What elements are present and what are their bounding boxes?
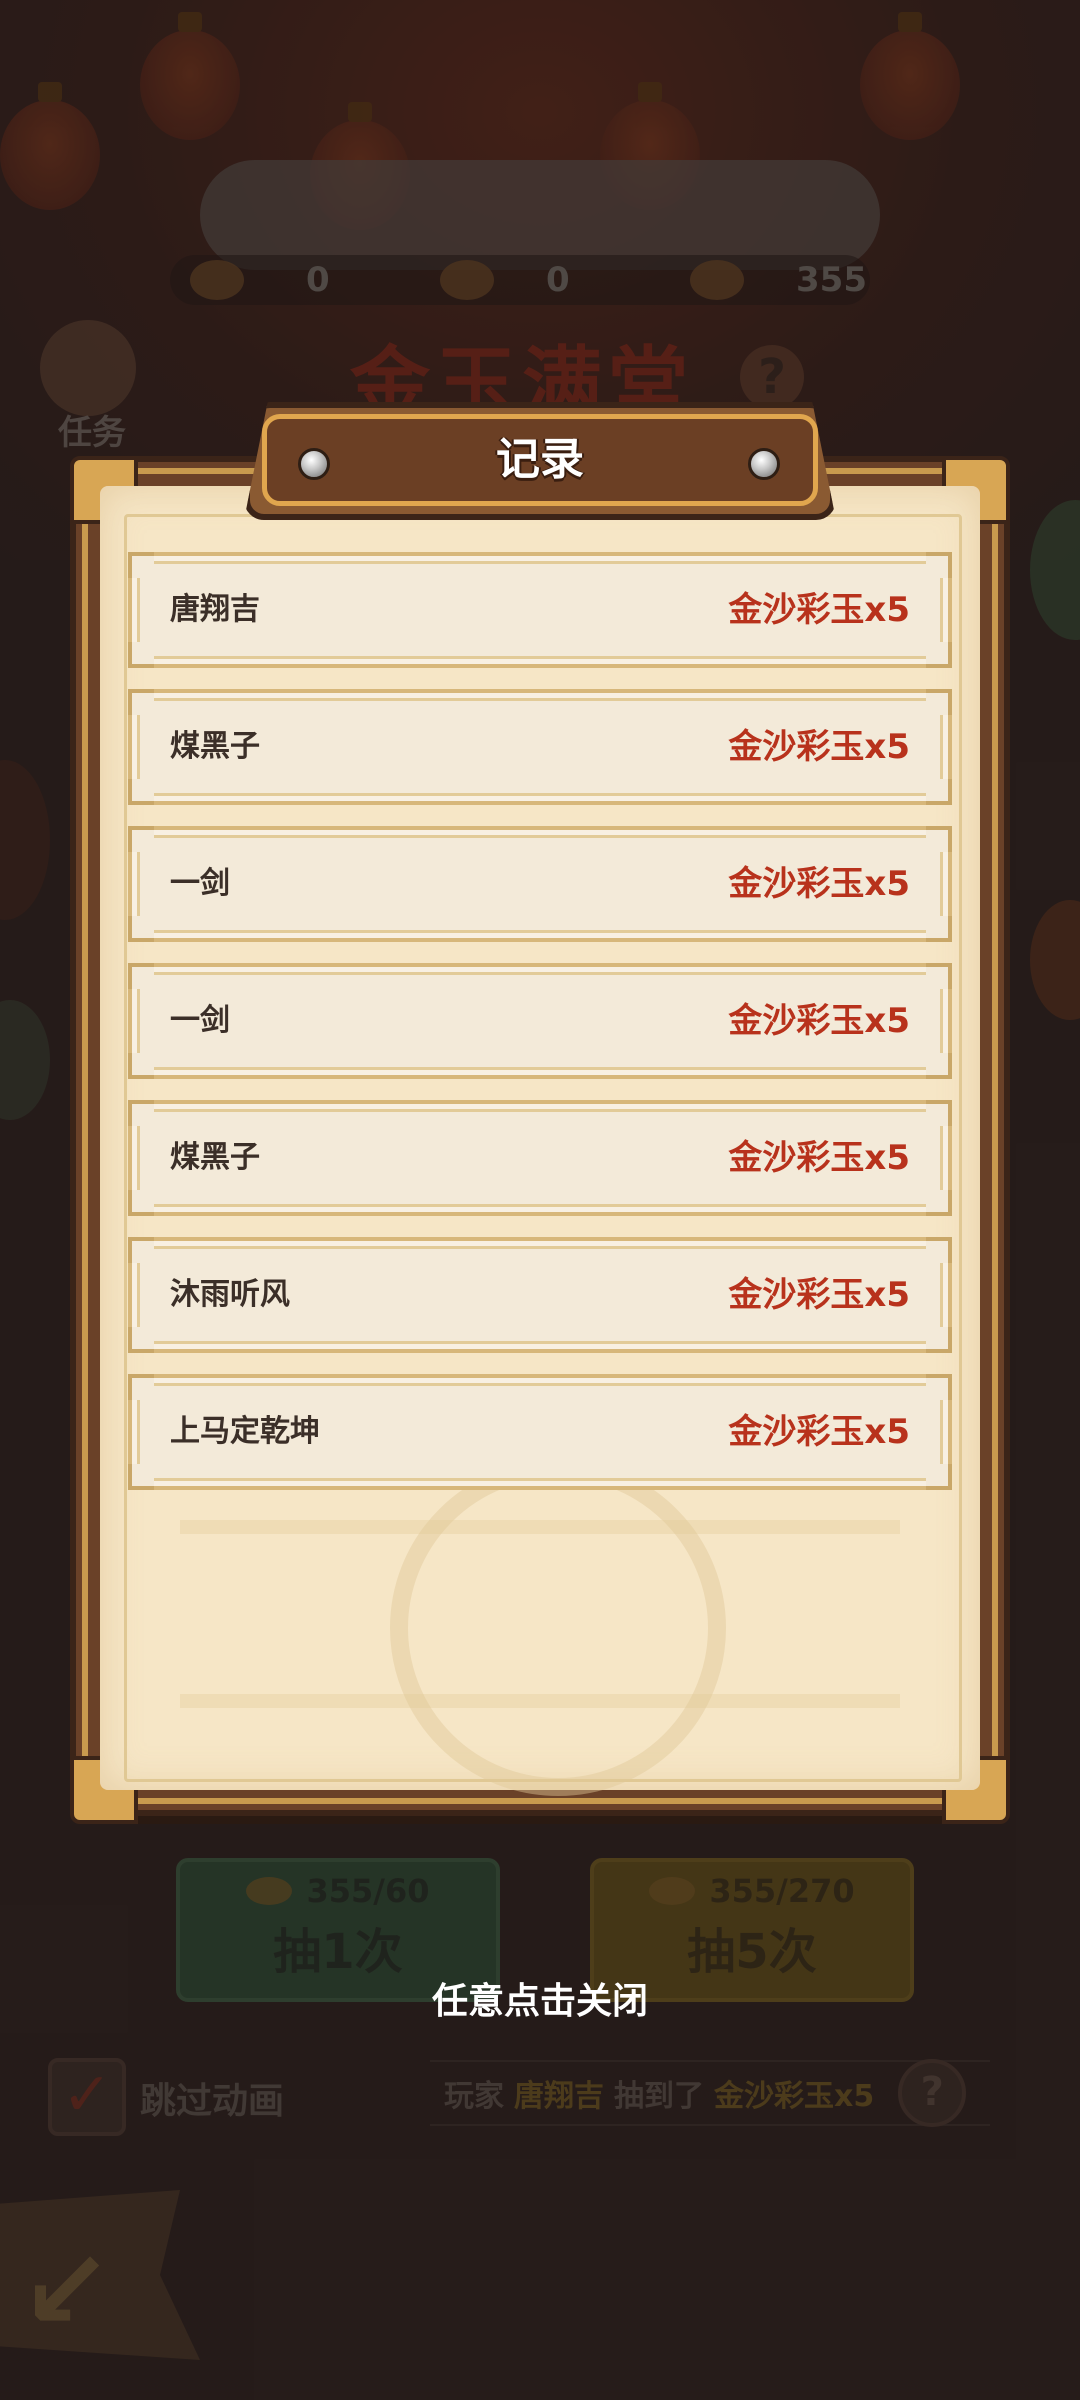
player-name: 唐翔吉	[170, 592, 260, 627]
record-row: 上马定乾坤 金沙彩玉x5	[128, 1374, 952, 1490]
record-row: 唐翔吉 金沙彩玉x5	[128, 552, 952, 668]
player-name: 一剑	[170, 1003, 230, 1038]
reward-text: 金沙彩玉x5	[728, 1138, 910, 1178]
reward-text: 金沙彩玉x5	[728, 1275, 910, 1315]
reward-text: 金沙彩玉x5	[728, 1001, 910, 1041]
rivet-icon	[748, 448, 780, 480]
player-name: 煤黑子	[170, 729, 260, 764]
player-name: 上马定乾坤	[170, 1414, 320, 1449]
player-name: 煤黑子	[170, 1140, 260, 1175]
reward-text: 金沙彩玉x5	[728, 864, 910, 904]
record-row: 沐雨听风 金沙彩玉x5	[128, 1237, 952, 1353]
reward-text: 金沙彩玉x5	[728, 727, 910, 767]
reward-text: 金沙彩玉x5	[728, 590, 910, 630]
tap-to-close-hint[interactable]: 任意点击关闭	[0, 1972, 1080, 2024]
record-row: 一剑 金沙彩玉x5	[128, 963, 952, 1079]
reward-text: 金沙彩玉x5	[728, 1412, 910, 1452]
record-list: 唐翔吉 金沙彩玉x5 煤黑子 金沙彩玉x5 一剑 金沙彩玉x5 一剑 金沙彩玉x…	[128, 552, 952, 1511]
record-row: 煤黑子 金沙彩玉x5	[128, 689, 952, 805]
record-row: 一剑 金沙彩玉x5	[128, 826, 952, 942]
modal-title: 记录	[496, 434, 584, 485]
player-name: 沐雨听风	[170, 1277, 290, 1312]
record-row: 煤黑子 金沙彩玉x5	[128, 1100, 952, 1216]
rivet-icon	[298, 448, 330, 480]
player-name: 一剑	[170, 866, 230, 901]
